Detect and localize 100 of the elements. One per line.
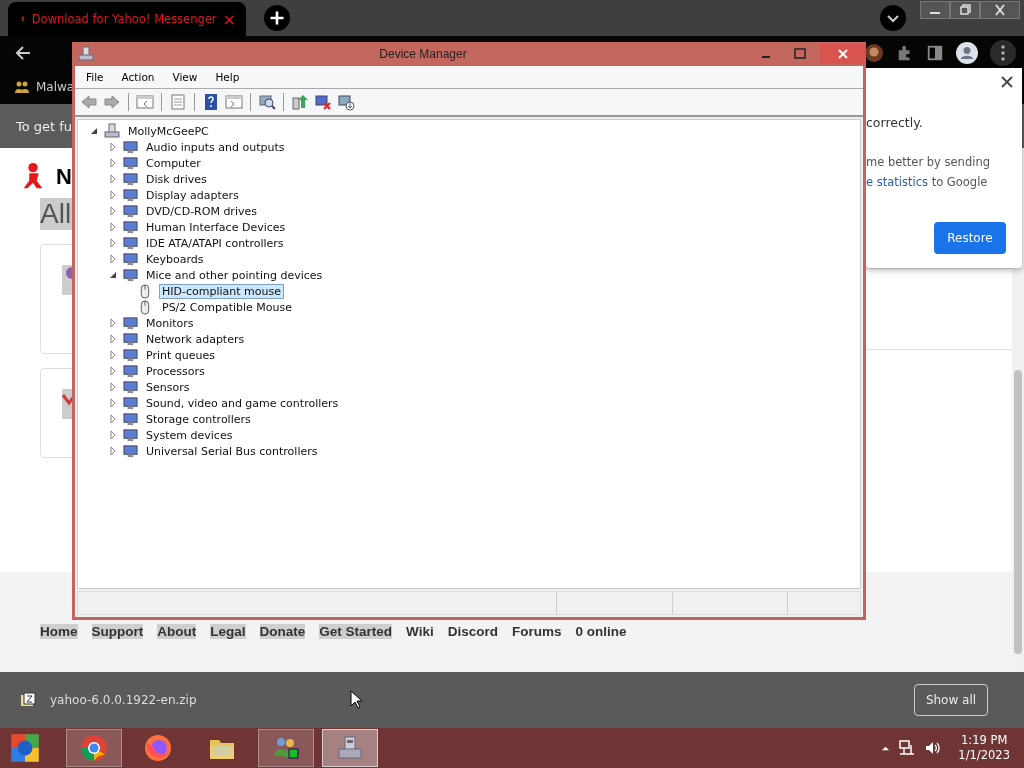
- footer-link[interactable]: Support: [91, 624, 144, 639]
- minimize-button[interactable]: [920, 1, 950, 19]
- collapsed-arrow-icon[interactable]: [108, 447, 118, 455]
- collapsed-arrow-icon[interactable]: [108, 191, 118, 199]
- tree-item[interactable]: Human Interface Devices: [143, 219, 289, 235]
- menu-item[interactable]: File: [86, 71, 104, 83]
- tree-item[interactable]: Keyboards: [143, 251, 207, 267]
- close-icon[interactable]: [1001, 76, 1013, 88]
- tree-item[interactable]: PS/2 Compatible Mouse: [159, 299, 296, 315]
- console-tree-icon[interactable]: [136, 93, 154, 111]
- menu-item[interactable]: Help: [215, 71, 240, 83]
- people-icon: [14, 79, 30, 95]
- side-panel-icon[interactable]: [926, 44, 944, 62]
- tree-item[interactable]: Display adapters: [143, 187, 242, 203]
- footer-link[interactable]: Wiki: [406, 624, 434, 639]
- collapsed-arrow-icon[interactable]: [108, 207, 118, 215]
- device-icon: [123, 235, 138, 251]
- device-icon: [123, 379, 138, 395]
- expanded-arrow-icon[interactable]: [108, 271, 118, 279]
- collapsed-arrow-icon[interactable]: [108, 239, 118, 247]
- properties-icon[interactable]: [169, 93, 187, 111]
- collapsed-arrow-icon[interactable]: [108, 255, 118, 263]
- taskbar-app[interactable]: [66, 729, 122, 767]
- tree-item[interactable]: Processors: [143, 363, 208, 379]
- new-tab-button[interactable]: [264, 5, 290, 31]
- tree-item[interactable]: Mice and other pointing devices: [143, 267, 326, 283]
- footer-link[interactable]: Get Started: [319, 624, 393, 639]
- scan-icon[interactable]: [258, 93, 276, 111]
- collapsed-arrow-icon[interactable]: [108, 415, 118, 423]
- update-driver-icon[interactable]: [291, 93, 309, 111]
- tree-item[interactable]: Sound, video and game controllers: [143, 395, 342, 411]
- forward-arrow-icon[interactable]: [103, 93, 121, 111]
- popup-text: to Google: [931, 175, 988, 189]
- start-button[interactable]: [8, 731, 42, 765]
- expanded-arrow-icon[interactable]: [89, 127, 99, 135]
- footer-link[interactable]: About: [157, 624, 197, 639]
- footer-link[interactable]: Home: [40, 624, 78, 639]
- footer-link[interactable]: Donate: [259, 624, 306, 639]
- collapsed-arrow-icon[interactable]: [108, 159, 118, 167]
- clock-date[interactable]: 1/1/2023: [958, 748, 1010, 763]
- tree-item[interactable]: HID-compliant mouse: [159, 283, 284, 299]
- collapsed-arrow-icon[interactable]: [108, 367, 118, 375]
- cursor-icon: [350, 690, 362, 710]
- collapsed-arrow-icon[interactable]: [108, 223, 118, 231]
- device-icon: [123, 427, 138, 443]
- tree-item[interactable]: DVD/CD-ROM drives: [143, 203, 260, 219]
- popup-text: correctly.: [866, 115, 923, 130]
- computer-icon: [104, 123, 120, 139]
- taskbar-app[interactable]: [258, 729, 314, 767]
- collapsed-arrow-icon[interactable]: [108, 383, 118, 391]
- browser-tab[interactable]: Download for Yahoo! Messenger ×: [8, 2, 246, 36]
- tab-close-button[interactable]: ×: [222, 9, 236, 29]
- close-button[interactable]: [980, 1, 1020, 19]
- tree-item[interactable]: Disk drives: [143, 171, 210, 187]
- collapsed-arrow-icon[interactable]: [108, 319, 118, 327]
- collapsed-arrow-icon[interactable]: [108, 399, 118, 407]
- footer-link[interactable]: Discord: [447, 624, 498, 639]
- enable-device-icon[interactable]: [337, 93, 355, 111]
- zip-file-icon[interactable]: [20, 692, 36, 708]
- network-icon[interactable]: [898, 739, 917, 757]
- device-icon: [123, 171, 138, 187]
- restore-button[interactable]: Restore: [934, 222, 1006, 254]
- action-pane-icon[interactable]: [225, 93, 243, 111]
- tree-item[interactable]: Sensors: [143, 379, 193, 395]
- close-button[interactable]: [820, 44, 866, 64]
- back-arrow-icon[interactable]: [14, 44, 32, 62]
- restore-button[interactable]: [950, 1, 980, 19]
- collapsed-arrow-icon[interactable]: [108, 143, 118, 151]
- download-file-name[interactable]: yahoo-6.0.0.1922-en.zip: [50, 693, 197, 707]
- tree-item[interactable]: Audio inputs and outputs: [143, 139, 288, 155]
- device-manager-icon: [336, 734, 364, 762]
- menu-item[interactable]: Action: [121, 71, 155, 83]
- tree-item[interactable]: Monitors: [143, 315, 197, 331]
- taskbar-app[interactable]: [322, 729, 378, 767]
- help-icon[interactable]: [202, 93, 220, 111]
- avatar-icon[interactable]: [864, 43, 884, 63]
- profile-icon[interactable]: [956, 42, 978, 64]
- tab-search-button[interactable]: [880, 5, 906, 31]
- statistics-link[interactable]: e statistics: [866, 175, 928, 189]
- tree-item[interactable]: Storage controllers: [143, 411, 254, 427]
- tree-item[interactable]: Universal Serial Bus controllers: [143, 443, 321, 459]
- tree-item[interactable]: Print queues: [143, 347, 218, 363]
- show-all-button[interactable]: Show all: [914, 684, 988, 716]
- uninstall-icon[interactable]: [314, 93, 332, 111]
- clock-time[interactable]: 1:19 PM: [961, 733, 1008, 748]
- collapsed-arrow-icon[interactable]: [108, 335, 118, 343]
- menu-item[interactable]: View: [172, 71, 198, 83]
- tree-item[interactable]: System devices: [143, 427, 236, 443]
- tree-item[interactable]: Computer: [143, 155, 204, 171]
- menu-icon[interactable]: [990, 40, 1016, 66]
- tree-item[interactable]: Network adapters: [143, 331, 248, 347]
- collapsed-arrow-icon[interactable]: [108, 431, 118, 439]
- collapsed-arrow-icon[interactable]: [108, 351, 118, 359]
- footer-link[interactable]: Forums: [511, 624, 562, 639]
- tree-item[interactable]: MollyMcGeePC: [125, 123, 212, 139]
- device-icon: [123, 347, 138, 363]
- tree-item[interactable]: IDE ATA/ATAPI controllers: [143, 235, 287, 251]
- collapsed-arrow-icon[interactable]: [108, 175, 118, 183]
- footer-link[interactable]: 0 online: [575, 624, 627, 639]
- footer-link[interactable]: Legal: [210, 624, 246, 639]
